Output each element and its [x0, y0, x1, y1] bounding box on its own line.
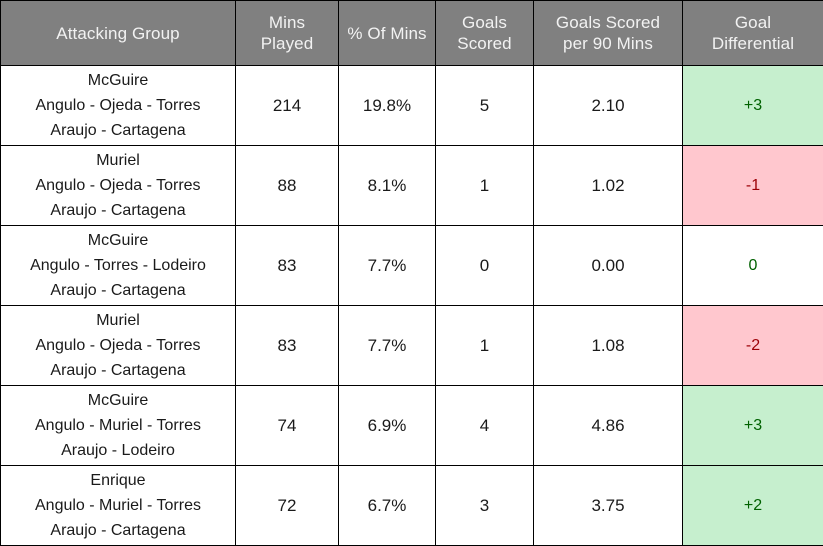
attacking-group-line: Enrique [1, 468, 235, 493]
table-body: McGuireAngulo - Ojeda - TorresAraujo - C… [1, 66, 823, 546]
cell-pct-of-mins: 7.7% [339, 226, 436, 306]
attacking-group-line: McGuire [1, 388, 235, 413]
column-header-goal-differential[interactable]: GoalDifferential [683, 1, 823, 66]
cell-pct-of-mins: 7.7% [339, 306, 436, 386]
attacking-group-line: Angulo - Ojeda - Torres [1, 93, 235, 118]
attacking-group-line: Araujo - Cartagena [1, 518, 235, 543]
cell-goals-per-90: 1.02 [534, 146, 683, 226]
cell-mins-played: 72 [236, 466, 339, 546]
table-header-row: Attacking Group MinsPlayed % Of Mins Goa… [1, 1, 823, 66]
cell-pct-of-mins: 6.9% [339, 386, 436, 466]
cell-goal-differential: +2 [683, 466, 823, 546]
column-header-goals-scored[interactable]: GoalsScored [436, 1, 534, 66]
column-header-line: Mins [236, 12, 338, 33]
attacking-group-line: Araujo - Cartagena [1, 278, 235, 303]
cell-attacking-group: McGuireAngulo - Ojeda - TorresAraujo - C… [1, 66, 236, 146]
column-header-line: per 90 Mins [534, 33, 682, 54]
attacking-group-line: Araujo - Cartagena [1, 118, 235, 143]
cell-pct-of-mins: 19.8% [339, 66, 436, 146]
column-header-line: Goals Scored [534, 12, 682, 33]
attacking-group-line: Araujo - Lodeiro [1, 438, 235, 463]
cell-goal-differential: -1 [683, 146, 823, 226]
attacking-group-line: Angulo - Ojeda - Torres [1, 173, 235, 198]
cell-goals-per-90: 2.10 [534, 66, 683, 146]
cell-attacking-group: McGuireAngulo - Torres - LodeiroAraujo -… [1, 226, 236, 306]
cell-goals-scored: 0 [436, 226, 534, 306]
cell-attacking-group: EnriqueAngulo - Muriel - TorresAraujo - … [1, 466, 236, 546]
cell-mins-played: 214 [236, 66, 339, 146]
column-header-line: % Of Mins [339, 23, 435, 44]
table-row[interactable]: MurielAngulo - Ojeda - TorresAraujo - Ca… [1, 306, 823, 386]
column-header-goals-scored-per-90[interactable]: Goals Scoredper 90 Mins [534, 1, 683, 66]
cell-mins-played: 83 [236, 306, 339, 386]
cell-attacking-group: MurielAngulo - Ojeda - TorresAraujo - Ca… [1, 146, 236, 226]
cell-mins-played: 88 [236, 146, 339, 226]
cell-goal-differential: 0 [683, 226, 823, 306]
attacking-group-line: Araujo - Cartagena [1, 198, 235, 223]
column-header-mins-played[interactable]: MinsPlayed [236, 1, 339, 66]
cell-goal-differential: +3 [683, 66, 823, 146]
attacking-group-line: Angulo - Ojeda - Torres [1, 333, 235, 358]
attacking-group-line: McGuire [1, 228, 235, 253]
table-header: Attacking Group MinsPlayed % Of Mins Goa… [1, 1, 823, 66]
attacking-group-line: Muriel [1, 148, 235, 173]
cell-goals-scored: 1 [436, 146, 534, 226]
table-row[interactable]: McGuireAngulo - Ojeda - TorresAraujo - C… [1, 66, 823, 146]
cell-goals-scored: 5 [436, 66, 534, 146]
column-header-line: Attacking Group [1, 23, 235, 44]
column-header-line: Goal [683, 12, 823, 33]
table-row[interactable]: McGuireAngulo - Muriel - TorresAraujo - … [1, 386, 823, 466]
attacking-group-line: Angulo - Torres - Lodeiro [1, 253, 235, 278]
attacking-group-line: McGuire [1, 68, 235, 93]
table-row[interactable]: McGuireAngulo - Torres - LodeiroAraujo -… [1, 226, 823, 306]
cell-goals-per-90: 3.75 [534, 466, 683, 546]
cell-attacking-group: MurielAngulo - Ojeda - TorresAraujo - Ca… [1, 306, 236, 386]
column-header-pct-of-mins[interactable]: % Of Mins [339, 1, 436, 66]
column-header-line: Played [236, 33, 338, 54]
cell-mins-played: 83 [236, 226, 339, 306]
cell-goals-per-90: 0.00 [534, 226, 683, 306]
column-header-line: Differential [683, 33, 823, 54]
column-header-attacking-group[interactable]: Attacking Group [1, 1, 236, 66]
attacking-group-line: Angulo - Muriel - Torres [1, 493, 235, 518]
cell-goals-scored: 4 [436, 386, 534, 466]
cell-goal-differential: -2 [683, 306, 823, 386]
column-header-line: Scored [436, 33, 533, 54]
cell-goals-per-90: 1.08 [534, 306, 683, 386]
cell-goal-differential: +3 [683, 386, 823, 466]
cell-mins-played: 74 [236, 386, 339, 466]
cell-goals-per-90: 4.86 [534, 386, 683, 466]
attacking-group-stats-table: Attacking Group MinsPlayed % Of Mins Goa… [0, 0, 823, 546]
cell-pct-of-mins: 8.1% [339, 146, 436, 226]
cell-goals-scored: 1 [436, 306, 534, 386]
table-row[interactable]: MurielAngulo - Ojeda - TorresAraujo - Ca… [1, 146, 823, 226]
attacking-group-line: Muriel [1, 308, 235, 333]
cell-goals-scored: 3 [436, 466, 534, 546]
attacking-group-line: Angulo - Muriel - Torres [1, 413, 235, 438]
cell-pct-of-mins: 6.7% [339, 466, 436, 546]
column-header-line: Goals [436, 12, 533, 33]
cell-attacking-group: McGuireAngulo - Muriel - TorresAraujo - … [1, 386, 236, 466]
attacking-group-line: Araujo - Cartagena [1, 358, 235, 383]
table-row[interactable]: EnriqueAngulo - Muriel - TorresAraujo - … [1, 466, 823, 546]
